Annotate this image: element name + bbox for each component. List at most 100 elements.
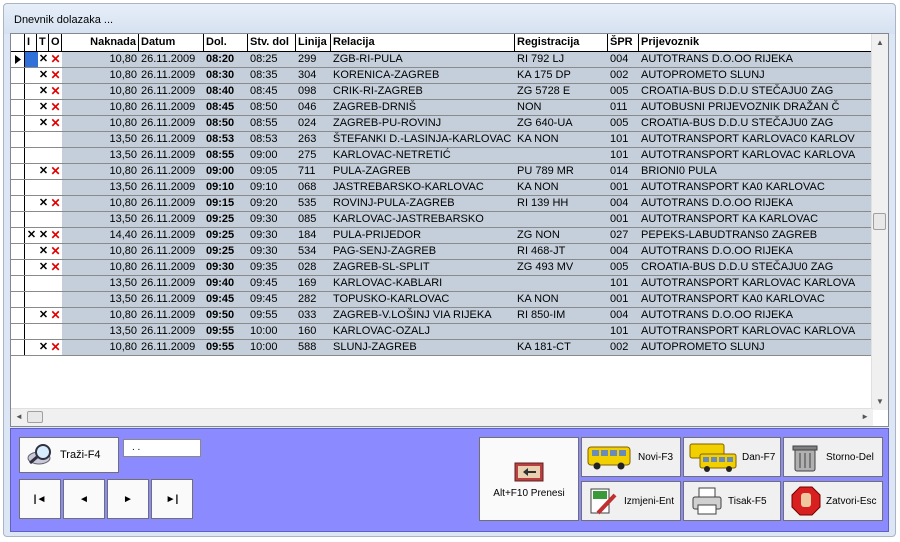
o-flag[interactable]: ✕ (49, 84, 62, 99)
header-linija[interactable]: Linija (296, 34, 331, 51)
scroll-right-icon[interactable]: ► (861, 412, 869, 421)
vertical-scroll-thumb[interactable] (873, 213, 886, 230)
cell-spr: 004 (610, 197, 629, 209)
header-dol[interactable]: Dol. (204, 34, 248, 51)
cell-naknada: 13,50 (109, 325, 137, 337)
horizontal-scrollbar[interactable]: ◄ ► (11, 408, 873, 426)
row-selector[interactable] (11, 308, 25, 323)
row-selector[interactable] (11, 148, 25, 163)
header-naknada[interactable]: Naknada (62, 34, 139, 51)
cancel-delete-button[interactable]: Storno-Del (783, 437, 883, 477)
table-row[interactable]: ✕ ✕ 10,80 26.11.2009 08:20 08:25 299 ZGB-RI-PUL… (11, 52, 873, 68)
cell-stv: 10:00 (250, 341, 278, 353)
transfer-button[interactable]: Alt+F10 Prenesi (479, 437, 579, 521)
table-row[interactable]: ✕ ✕ 10,80 26.11.2009 09:15 09:20 535 ROVINJ-PUL… (11, 196, 873, 212)
row-selector[interactable] (11, 292, 25, 307)
o-flag[interactable]: ✕ (49, 116, 62, 131)
table-row[interactable]: 13,50 26.11.2009 09:10 09:10 068 JASTREBARSKO… (11, 180, 873, 196)
row-selector[interactable] (11, 324, 25, 339)
o-flag[interactable]: ✕ (49, 52, 62, 67)
row-selector[interactable] (11, 84, 25, 99)
o-flag[interactable] (49, 212, 62, 227)
table-row[interactable]: 13,50 26.11.2009 08:53 08:53 263 ŠTEFANKI D.-… (11, 132, 873, 148)
cell-prijevoznik: CROATIA-BUS D.D.U STEČAJU0 ZAG (641, 261, 834, 273)
table-row[interactable]: ✕ ✕ 10,80 26.11.2009 09:25 09:30 534 PAG-SENJ-Z… (11, 244, 873, 260)
scroll-left-icon[interactable]: ◄ (15, 412, 23, 421)
header-prijevoznik[interactable]: Prijevoznik (639, 34, 873, 51)
table-row[interactable]: 13,50 26.11.2009 09:55 10:00 160 KARLOVAC-OZA… (11, 324, 873, 340)
row-selector[interactable] (11, 52, 25, 67)
cell-spr: 101 (610, 133, 629, 145)
o-flag[interactable]: ✕ (49, 340, 62, 355)
table-row[interactable]: 13,50 26.11.2009 09:45 09:45 282 TOPUSKO-KARL… (11, 292, 873, 308)
o-flag[interactable]: ✕ (49, 196, 62, 211)
cell-reg: ZG 5728 E (517, 85, 571, 97)
row-selector[interactable] (11, 180, 25, 195)
o-flag[interactable] (49, 324, 62, 339)
header-datum[interactable]: Datum (139, 34, 204, 51)
row-selector[interactable] (11, 244, 25, 259)
horizontal-scroll-thumb[interactable] (27, 411, 43, 423)
day-button[interactable]: Dan-F7 (683, 437, 781, 477)
table-row[interactable]: ✕ ✕ 10,80 26.11.2009 08:50 08:55 024 ZAGREB-PU-… (11, 116, 873, 132)
row-selector[interactable] (11, 196, 25, 211)
row-selector[interactable] (11, 260, 25, 275)
scroll-up-icon[interactable]: ▲ (876, 38, 884, 47)
o-flag[interactable]: ✕ (49, 228, 62, 243)
previous-record-button[interactable]: ◄ (63, 479, 105, 519)
row-selector[interactable] (11, 212, 25, 227)
table-row[interactable]: ✕ ✕ 10,80 26.11.2009 08:45 08:50 046 ZAGREB-DRN… (11, 100, 873, 116)
row-selector[interactable] (11, 340, 25, 355)
row-selector[interactable] (11, 68, 25, 83)
search-input[interactable]: . . (123, 439, 201, 457)
table-row[interactable]: 13,50 26.11.2009 09:25 09:30 085 KARLOVAC-JAS… (11, 212, 873, 228)
vertical-scrollbar[interactable]: ▲ ▼ (871, 34, 888, 410)
last-icon: ►| (165, 493, 179, 505)
arrivals-grid[interactable]: I T O Naknada Datum Dol. Stv. dol Linija… (10, 33, 889, 427)
o-flag[interactable] (49, 132, 62, 147)
search-button[interactable]: Traži-F4 (19, 437, 119, 473)
row-selector[interactable] (11, 100, 25, 115)
row-selector[interactable] (11, 228, 25, 243)
table-row[interactable]: ✕ ✕ 10,80 26.11.2009 09:00 09:05 711 PULA-ZAGRE… (11, 164, 873, 180)
table-row[interactable]: ✕ ✕ 10,80 26.11.2009 08:30 08:35 304 KORENICA-Z… (11, 68, 873, 84)
header-stv-dol[interactable]: Stv. dol (248, 34, 296, 51)
o-flag[interactable]: ✕ (49, 260, 62, 275)
table-row[interactable]: ✕ ✕ 10,80 26.11.2009 09:30 09:35 028 ZAGREB-SL-… (11, 260, 873, 276)
o-flag[interactable]: ✕ (49, 100, 62, 115)
table-row[interactable]: ✕ ✕ 10,80 26.11.2009 09:55 10:00 588 SLUNJ-ZAGR… (11, 340, 873, 356)
row-selector[interactable] (11, 132, 25, 147)
o-flag[interactable]: ✕ (49, 308, 62, 323)
header-i[interactable]: I (25, 34, 37, 51)
table-row[interactable]: ✕ ✕ 10,80 26.11.2009 09:50 09:55 033 ZAGREB-V.L… (11, 308, 873, 324)
header-registracija[interactable]: Registracija (515, 34, 608, 51)
o-flag[interactable] (49, 180, 62, 195)
o-flag[interactable]: ✕ (49, 68, 62, 83)
cell-linija: 033 (298, 309, 317, 321)
cell-stv: 08:55 (250, 117, 278, 129)
edit-button[interactable]: Izmjeni-Ent (581, 481, 681, 521)
o-flag[interactable] (49, 292, 62, 307)
table-row[interactable]: ✕ ✕ ✕ 14,40 26.11.2009 09:25 09:30 184 PULA-PRIJ… (11, 228, 873, 244)
o-flag[interactable] (49, 276, 62, 291)
o-flag[interactable] (49, 148, 62, 163)
header-t[interactable]: T (37, 34, 49, 51)
last-record-button[interactable]: ►| (151, 479, 193, 519)
close-button[interactable]: Zatvori-Esc (783, 481, 883, 521)
next-record-button[interactable]: ► (107, 479, 149, 519)
table-row[interactable]: 13,50 26.11.2009 09:40 09:45 169 KARLOVAC-KAB… (11, 276, 873, 292)
header-o[interactable]: O (49, 34, 62, 51)
table-row[interactable]: ✕ ✕ 10,80 26.11.2009 08:40 08:45 098 CRIK-RI-ZA… (11, 84, 873, 100)
first-record-button[interactable]: |◄ (19, 479, 61, 519)
table-row[interactable]: 13,50 26.11.2009 08:55 09:00 275 KARLOVAC-NET… (11, 148, 873, 164)
scroll-down-icon[interactable]: ▼ (876, 397, 884, 406)
o-flag[interactable]: ✕ (49, 244, 62, 259)
new-button[interactable]: Novi-F3 (581, 437, 681, 477)
header-relacija[interactable]: Relacija (331, 34, 515, 51)
o-flag[interactable]: ✕ (49, 164, 62, 179)
print-button[interactable]: Tisak-F5 (683, 481, 781, 521)
row-selector[interactable] (11, 164, 25, 179)
row-selector[interactable] (11, 276, 25, 291)
row-selector[interactable] (11, 116, 25, 131)
header-spr[interactable]: ŠPR (608, 34, 639, 51)
